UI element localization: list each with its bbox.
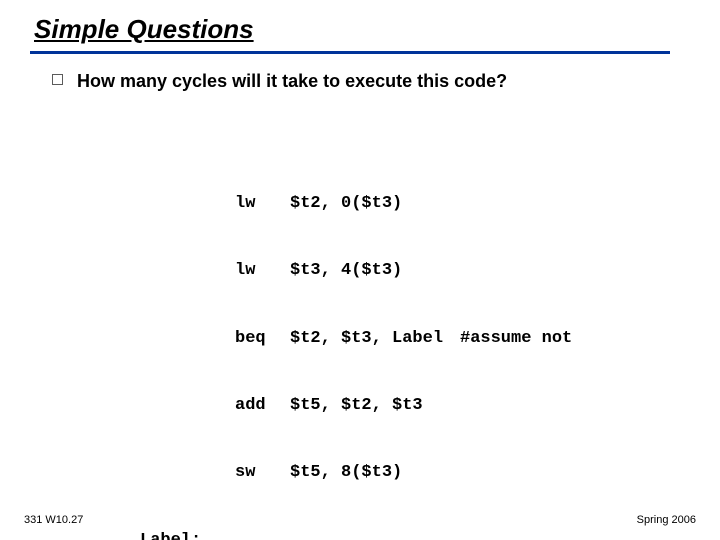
bullet-item: How many cycles will it take to execute …	[52, 70, 680, 93]
code-line: add $t5, $t2, $t3	[235, 395, 680, 417]
code-line: lw $t2, 0($t3)	[235, 193, 680, 215]
bullet-text: How many cycles will it take to execute …	[77, 70, 507, 93]
slide: Simple Questions How many cycles will it…	[0, 0, 720, 540]
code-line: sw $t5, 8($t3)	[235, 462, 680, 484]
code-line: lw $t3, 4($t3)	[235, 260, 680, 282]
code-block: lw $t2, 0($t3) lw $t3, 4($t3) beq $t2, $…	[140, 103, 680, 540]
code-line: beq $t2, $t3, Label #assume not	[235, 328, 680, 350]
footer-right: Spring 2006	[637, 514, 696, 526]
code-line: Label: . . .	[235, 530, 680, 540]
footer-left: 331 W10.27	[24, 514, 83, 526]
slide-body: How many cycles will it take to execute …	[0, 54, 720, 540]
bullet-square-icon	[52, 74, 63, 85]
slide-title: Simple Questions	[30, 14, 254, 49]
footer: 331 W10.27 Spring 2006	[24, 514, 696, 526]
title-block: Simple Questions	[0, 0, 720, 54]
